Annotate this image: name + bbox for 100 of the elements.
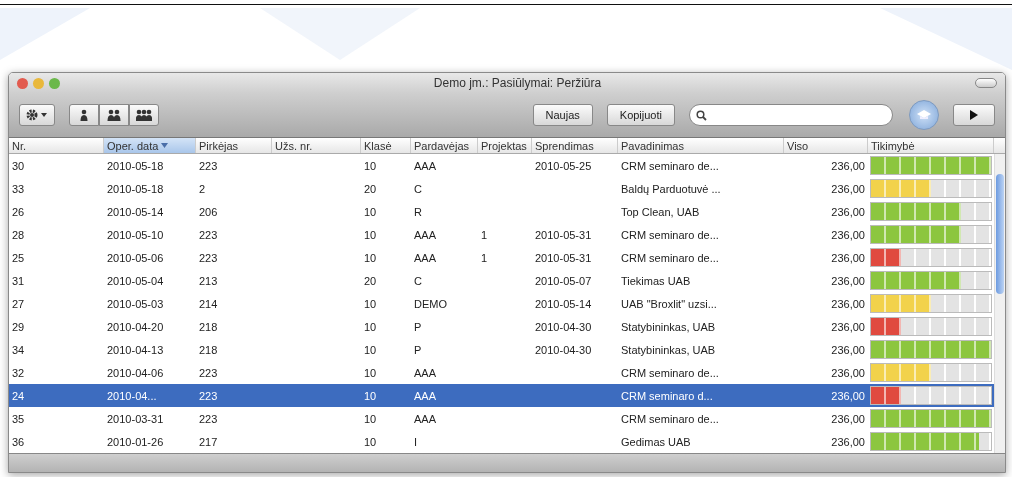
table-cell-text: P	[413, 343, 423, 356]
table-cell-text: 26	[11, 205, 26, 218]
table-cell-text: AAA	[413, 251, 437, 264]
table-cell-text: 2010-04-13	[106, 343, 165, 356]
table-cell-text: 30	[11, 159, 26, 172]
table-cell-text: 236,00	[830, 435, 866, 448]
toolbar-button[interactable]: Naujas	[532, 104, 593, 126]
table-row[interactable]: 34 2010-04-13 218 10 P 2010-04-30 Statybininkas, UAB 236,00	[9, 338, 994, 361]
table-cell-text: 36	[11, 435, 26, 448]
table-cell-text: 10	[363, 297, 378, 310]
sort-arrow-icon	[161, 143, 169, 148]
table-cell-text: 2010-05-18	[106, 182, 165, 195]
table-cell-text: 10	[363, 366, 378, 379]
table-cell-text: AAA	[413, 159, 437, 172]
table-cell-text: AAA	[413, 389, 437, 402]
table-cell-text: Gedimas UAB	[620, 435, 692, 448]
table-row[interactable]: 33 2010-05-18 2 20 C Baldų Parduotuvė ... 236,00	[9, 177, 994, 200]
scrollbar[interactable]	[994, 154, 1005, 453]
table-cell-text: 2010-05-14	[534, 297, 593, 310]
table-cell-text: 10	[363, 412, 378, 425]
table-row[interactable]: 32 2010-04-06 223 10 AAA CRM seminaro de... 236,00	[9, 361, 994, 384]
search-field[interactable]	[689, 104, 893, 126]
table-cell-text: 33	[11, 182, 26, 195]
table-cell-text: 2010-01-26	[106, 435, 165, 448]
table-cell-text: 236,00	[830, 343, 866, 356]
table-row[interactable]: 26 2010-05-14 206 10 R Top Clean, UAB 236,00	[9, 200, 994, 223]
table-row[interactable]: 24 2010-04... 223 10 AAA CRM seminaro d... 236,00	[9, 384, 994, 407]
table-cell-text: R	[413, 205, 423, 218]
play-icon	[970, 110, 978, 120]
table-row[interactable]: 29 2010-04-20 218 10 P 2010-04-30 Statybininkas, UAB 236,00	[9, 315, 994, 338]
table-cell-text: CRM seminaro de...	[620, 366, 720, 379]
column-header[interactable]: Tikimybė	[868, 138, 994, 153]
table-cell-text: Baldų Parduotuvė ...	[620, 182, 722, 195]
table-cell-text: CRM seminaro de...	[620, 159, 720, 172]
round-button[interactable]	[909, 100, 939, 130]
toolbar-button[interactable]: Kopijuoti	[606, 104, 675, 126]
table-cell-text: 218	[198, 343, 219, 356]
table-cell-text: 32	[11, 366, 26, 379]
table-row[interactable]: 25 2010-05-06 223 10 AAA 1 2010-05-31 CRM seminaro de... 236,00	[9, 246, 994, 269]
table-cell-text: 206	[198, 205, 219, 218]
table-cell-text: 2010-05-31	[534, 251, 593, 264]
table-cell-text: 10	[363, 228, 378, 241]
window-title: Demo jm.: Pasiūlymai: Peržiūra	[432, 76, 603, 90]
table-row[interactable]: 35 2010-03-31 223 10 AAA CRM seminaro de... 236,00	[9, 407, 994, 430]
column-header[interactable]: Pirkėjas	[196, 138, 272, 153]
table-cell-text: 20	[363, 274, 378, 287]
table-cell-text: 236,00	[830, 251, 866, 264]
column-header[interactable]: Projektas	[478, 138, 532, 153]
table-cell-text: Statybininkas, UAB	[620, 320, 717, 333]
table-cell-text: 10	[363, 251, 378, 264]
table-row[interactable]: 36 2010-01-26 217 10 I Gedimas UAB 236,00	[9, 430, 994, 453]
table-cell-text: 24	[11, 389, 26, 402]
table-cell-text: 236,00	[830, 320, 866, 333]
table-cell-text: Tiekimas UAB	[620, 274, 692, 287]
table-row[interactable]: 28 2010-05-10 223 10 AAA 1 2010-05-31 CRM seminaro de... 236,00	[9, 223, 994, 246]
people-icon	[106, 108, 122, 122]
table-cell-text: I	[413, 435, 419, 448]
table-cell-text: 25	[11, 251, 26, 264]
table-cell-text: 2010-05-31	[534, 228, 593, 241]
gear-menu-button[interactable]	[19, 104, 55, 126]
table-cell-text: 2010-05-07	[534, 274, 593, 287]
table-cell-text: CRM seminaro de...	[620, 228, 720, 241]
table-cell-text: CRM seminaro de...	[620, 412, 720, 425]
column-header[interactable]: Pardavėjas	[411, 138, 478, 153]
column-header[interactable]: Užs. nr.	[272, 138, 361, 153]
table-cell-text: 2010-04...	[106, 389, 158, 402]
table-cell-text: C	[413, 274, 423, 287]
table-row[interactable]: 27 2010-05-03 214 10 DEMO 2010-05-14 UAB "Broxlit" uzsi... 236,00	[9, 292, 994, 315]
table-cell-text: 218	[198, 320, 219, 333]
table-cell-text: 236,00	[830, 182, 866, 195]
graduation-cap-icon	[917, 110, 931, 120]
column-header[interactable]: Oper. data	[104, 138, 196, 153]
column-header[interactable]: Klasė	[361, 138, 411, 153]
table-cell-text: 2010-05-25	[534, 159, 593, 172]
table-cell-text: 236,00	[830, 159, 866, 172]
close-button[interactable]	[17, 77, 28, 89]
table-row[interactable]: 30 2010-05-18 223 10 AAA 2010-05-25 CRM seminaro de... 236,00	[9, 154, 994, 177]
two-people-button[interactable]	[99, 104, 129, 126]
table-cell-text: 214	[198, 297, 219, 310]
table-cell-text: 2010-04-30	[534, 343, 593, 356]
table-cell-text: 1	[480, 228, 489, 241]
table-cell-text: 2010-05-04	[106, 274, 165, 287]
play-button[interactable]	[953, 104, 995, 126]
gear-icon	[26, 109, 38, 121]
toolbar-toggle-button[interactable]	[975, 78, 997, 88]
zoom-button[interactable]	[49, 77, 60, 89]
column-header[interactable]: Pavadinimas	[618, 138, 784, 153]
table-cell-text: 10	[363, 159, 378, 172]
people-icon	[136, 108, 152, 122]
table-cell-text: 236,00	[830, 228, 866, 241]
column-header[interactable]: Sprendimas	[532, 138, 618, 153]
table-cell-text: 29	[11, 320, 26, 333]
table-row[interactable]: 31 2010-05-04 213 20 C 2010-05-07 Tiekimas UAB 236,00	[9, 269, 994, 292]
table-cell-text: 2	[198, 182, 207, 195]
person-button[interactable]	[69, 104, 99, 126]
table-cell-text: 10	[363, 205, 378, 218]
table-cell-text: 2010-04-20	[106, 320, 165, 333]
group-button[interactable]	[129, 104, 159, 126]
column-header[interactable]: Viso	[784, 138, 868, 153]
table-cell-text: 217	[198, 435, 219, 448]
